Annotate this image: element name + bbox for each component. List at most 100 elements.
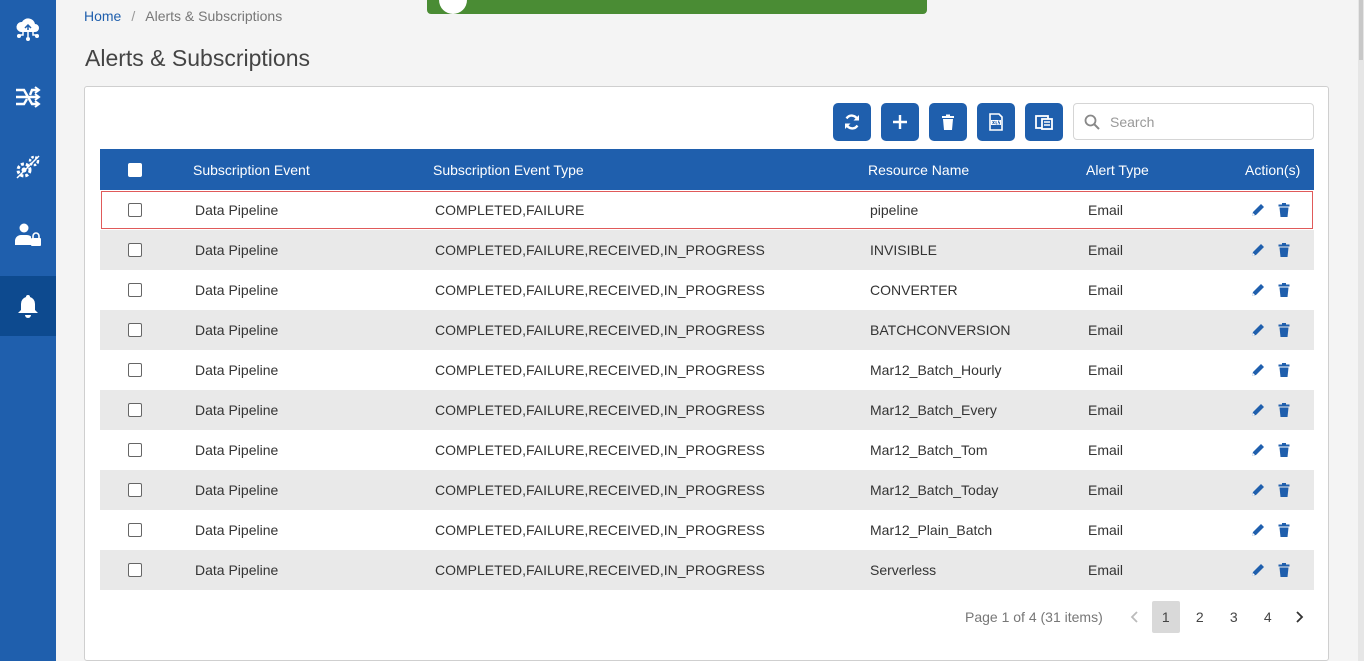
cell-subscription-event: Data Pipeline	[195, 562, 279, 578]
cell-subscription-event-type: COMPLETED,FAILURE,RECEIVED,IN_PROGRESS	[435, 562, 765, 578]
delete-icon[interactable]	[1276, 402, 1292, 418]
table-header: Subscription Event Subscription Event Ty…	[100, 149, 1314, 190]
scrollbar-thumb[interactable]	[1359, 0, 1363, 60]
delete-icon[interactable]	[1276, 322, 1292, 338]
cell-subscription-event-type: COMPLETED,FAILURE,RECEIVED,IN_PROGRESS	[435, 242, 765, 258]
table-row[interactable]: Data Pipeline COMPLETED,FAILURE,RECEIVED,…	[100, 510, 1314, 550]
delete-icon[interactable]	[1276, 362, 1292, 378]
cell-subscription-event-type: COMPLETED,FAILURE,RECEIVED,IN_PROGRESS	[435, 442, 765, 458]
page-number-button[interactable]: 1	[1151, 601, 1180, 633]
search-icon	[1084, 114, 1100, 130]
refresh-button[interactable]	[833, 103, 871, 141]
row-checkbox[interactable]	[128, 563, 142, 577]
trash-icon	[942, 114, 954, 130]
row-checkbox[interactable]	[128, 243, 142, 257]
cell-subscription-event-type: COMPLETED,FAILURE,RECEIVED,IN_PROGRESS	[435, 522, 765, 538]
row-checkbox[interactable]	[128, 403, 142, 417]
row-actions	[1250, 550, 1292, 590]
table-row[interactable]: Data Pipeline COMPLETED,FAILURE,RECEIVED,…	[100, 350, 1314, 390]
select-all-checkbox[interactable]	[128, 162, 142, 177]
sidebar-item-cloud[interactable]	[0, 0, 56, 60]
cell-alert-type: Email	[1088, 282, 1124, 298]
column-chooser-button[interactable]	[1025, 103, 1063, 141]
edit-icon[interactable]	[1250, 362, 1266, 378]
edit-icon[interactable]	[1250, 282, 1266, 298]
delete-icon[interactable]	[1276, 202, 1292, 218]
sidebar-item-user-access[interactable]	[0, 205, 56, 265]
next-page-button[interactable]	[1285, 601, 1313, 633]
export-xlsx-button[interactable]	[977, 103, 1015, 141]
page-scrollbar[interactable]	[1358, 0, 1364, 661]
cell-resource-name: Mar12_Plain_Batch	[870, 522, 993, 538]
cell-subscription-event-type: COMPLETED,FAILURE,RECEIVED,IN_PROGRESS	[435, 322, 765, 338]
edit-icon[interactable]	[1250, 482, 1266, 498]
delete-icon[interactable]	[1276, 482, 1292, 498]
sidebar-item-settings[interactable]	[0, 137, 56, 197]
prev-page-button[interactable]	[1121, 601, 1149, 633]
cell-alert-type: Email	[1088, 482, 1124, 498]
row-checkbox[interactable]	[128, 203, 142, 217]
cell-subscription-event: Data Pipeline	[195, 482, 279, 498]
cell-subscription-event: Data Pipeline	[195, 442, 279, 458]
add-subscription-button[interactable]	[881, 103, 919, 141]
delete-icon[interactable]	[1276, 282, 1292, 298]
sidebar-item-pipelines[interactable]	[0, 67, 56, 127]
chevron-left-icon	[1130, 611, 1138, 623]
delete-selected-button[interactable]	[929, 103, 967, 141]
table-row[interactable]: Data Pipeline COMPLETED,FAILURE,RECEIVED,…	[100, 390, 1314, 430]
breadcrumb-home-link[interactable]: Home	[84, 8, 121, 24]
search-box[interactable]	[1073, 103, 1314, 140]
user-lock-icon	[15, 223, 41, 246]
cell-subscription-event: Data Pipeline	[195, 362, 279, 378]
breadcrumb: Home / Alerts & Subscriptions	[84, 8, 282, 24]
header-alert-type[interactable]: Alert Type	[1086, 149, 1149, 190]
page-number-button[interactable]: 4	[1254, 601, 1282, 633]
page-number-button[interactable]: 3	[1220, 601, 1248, 633]
delete-icon[interactable]	[1276, 522, 1292, 538]
table-row[interactable]: Data Pipeline COMPLETED,FAILURE,RECEIVED,…	[100, 550, 1314, 590]
table-row[interactable]: Data Pipeline COMPLETED,FAILURE,RECEIVED,…	[100, 430, 1314, 470]
page-number-button[interactable]: 2	[1186, 601, 1214, 633]
cell-alert-type: Email	[1088, 442, 1124, 458]
table-row[interactable]: Data Pipeline COMPLETED,FAILURE,RECEIVED,…	[100, 470, 1314, 510]
bell-icon	[18, 295, 38, 318]
header-subscription-event[interactable]: Subscription Event	[193, 149, 310, 190]
table-row[interactable]: Data Pipeline COMPLETED,FAILURE,RECEIVED,…	[100, 310, 1314, 350]
header-resource-name[interactable]: Resource Name	[868, 149, 969, 190]
delete-icon[interactable]	[1276, 562, 1292, 578]
delete-icon[interactable]	[1276, 242, 1292, 258]
row-checkbox[interactable]	[128, 363, 142, 377]
row-actions	[1250, 470, 1292, 510]
edit-icon[interactable]	[1250, 242, 1266, 258]
edit-icon[interactable]	[1250, 442, 1266, 458]
table-row[interactable]: Data Pipeline COMPLETED,FAILURE pipeline Em…	[100, 190, 1314, 230]
row-actions	[1250, 230, 1292, 270]
row-checkbox[interactable]	[128, 443, 142, 457]
cell-alert-type: Email	[1088, 402, 1124, 418]
settings-gears-icon	[16, 155, 40, 179]
cell-subscription-event: Data Pipeline	[195, 522, 279, 538]
table-row[interactable]: Data Pipeline COMPLETED,FAILURE,RECEIVED,…	[100, 270, 1314, 310]
row-checkbox[interactable]	[128, 323, 142, 337]
edit-icon[interactable]	[1250, 202, 1266, 218]
edit-icon[interactable]	[1250, 402, 1266, 418]
cell-alert-type: Email	[1088, 522, 1124, 538]
cell-subscription-event: Data Pipeline	[195, 282, 279, 298]
notification-toast	[427, 0, 927, 14]
table-row[interactable]: Data Pipeline COMPLETED,FAILURE,RECEIVED,…	[100, 230, 1314, 270]
row-checkbox[interactable]	[128, 283, 142, 297]
header-subscription-event-type[interactable]: Subscription Event Type	[433, 149, 584, 190]
alerts-panel: Subscription Event Subscription Event Ty…	[84, 86, 1329, 661]
search-input[interactable]	[1110, 113, 1300, 130]
header-actions: Action(s)	[1245, 161, 1301, 178]
edit-icon[interactable]	[1250, 322, 1266, 338]
cell-subscription-event: Data Pipeline	[195, 402, 279, 418]
row-checkbox[interactable]	[128, 483, 142, 497]
edit-icon[interactable]	[1250, 522, 1266, 538]
pipeline-shuffle-icon	[16, 86, 41, 108]
sidebar-item-alerts[interactable]	[0, 276, 56, 336]
edit-icon[interactable]	[1250, 562, 1266, 578]
row-checkbox[interactable]	[128, 523, 142, 537]
page-numbers: 1234	[1149, 601, 1285, 633]
delete-icon[interactable]	[1276, 442, 1292, 458]
